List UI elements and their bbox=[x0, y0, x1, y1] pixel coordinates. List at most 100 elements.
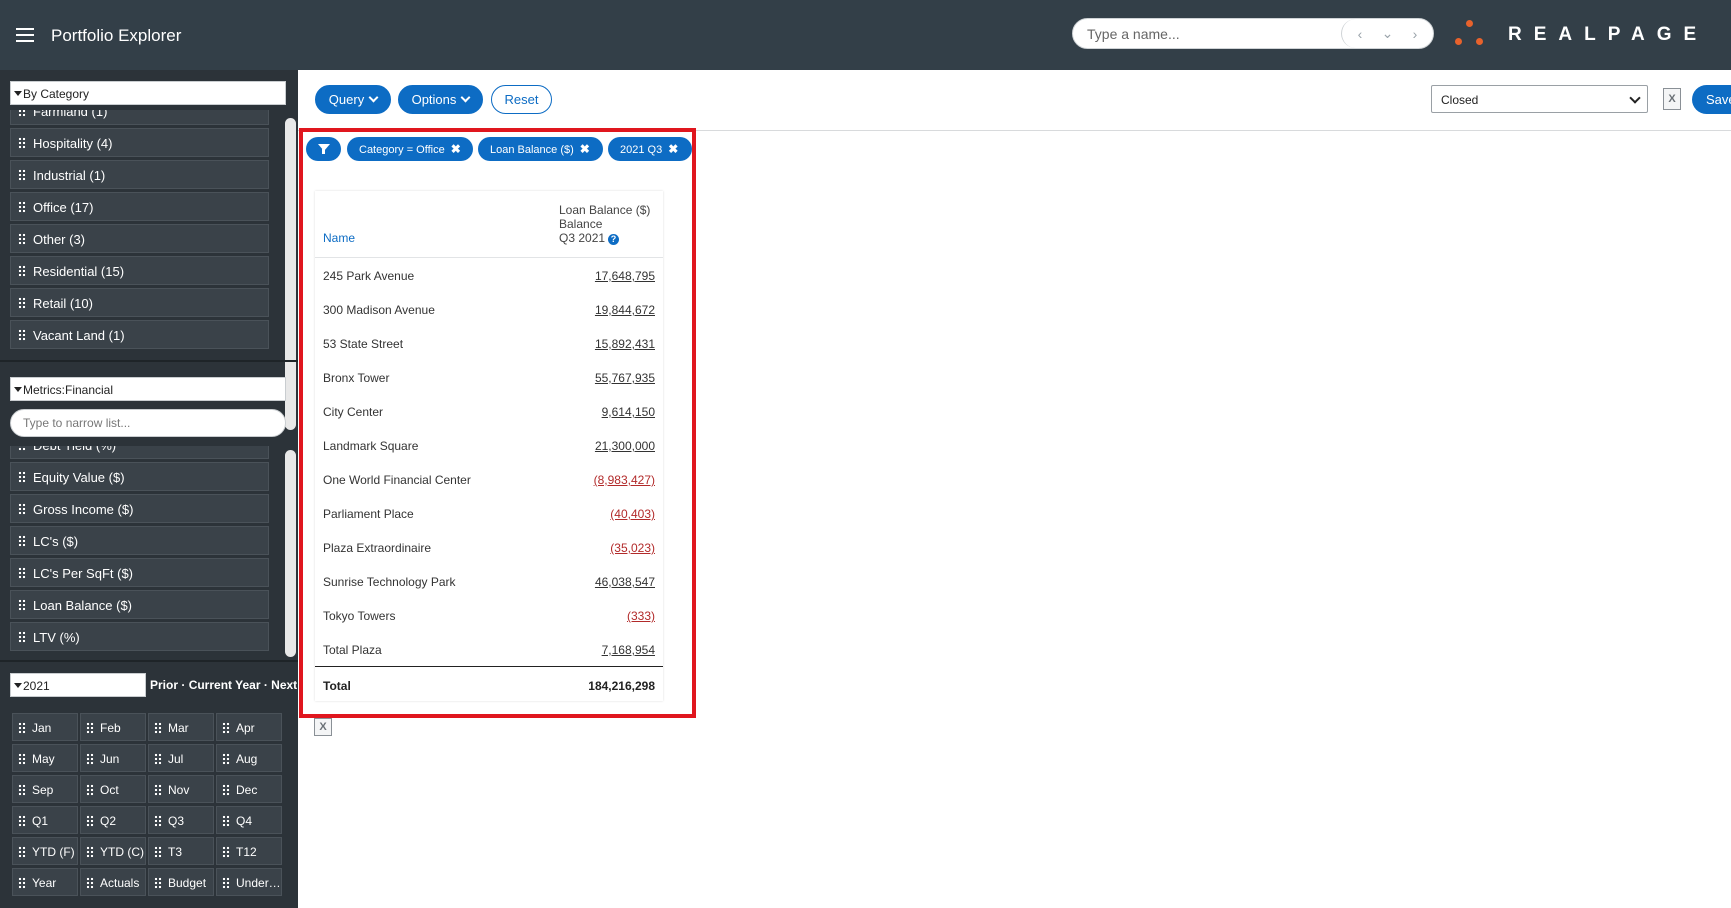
filter-chip-period[interactable]: 2021 Q3 ✖ bbox=[608, 137, 692, 161]
drag-handle-icon[interactable] bbox=[154, 846, 162, 858]
drag-handle-icon[interactable] bbox=[86, 753, 94, 765]
options-button[interactable]: Options bbox=[398, 85, 483, 114]
category-group-select[interactable]: By Category bbox=[10, 81, 286, 105]
period-item[interactable]: T3 bbox=[148, 837, 214, 865]
remove-chip-icon[interactable]: ✖ bbox=[580, 142, 590, 156]
drag-handle-icon[interactable] bbox=[222, 846, 230, 858]
hamburger-menu-icon[interactable] bbox=[16, 28, 34, 42]
metric-item[interactable]: Equity Value ($) bbox=[10, 462, 269, 491]
category-scrollbar[interactable] bbox=[285, 118, 296, 430]
drag-handle-icon[interactable] bbox=[18, 599, 26, 611]
period-item[interactable]: Feb bbox=[80, 713, 146, 741]
loan-balance-value-link[interactable]: (8,983,427) bbox=[594, 473, 655, 487]
drag-handle-icon[interactable] bbox=[18, 535, 26, 547]
period-item[interactable]: Year bbox=[12, 868, 78, 896]
prior-year-link[interactable]: Prior bbox=[150, 678, 178, 692]
period-item[interactable]: May bbox=[12, 744, 78, 772]
drag-handle-icon[interactable] bbox=[222, 815, 230, 827]
metrics-scrollbar[interactable] bbox=[285, 450, 296, 657]
category-item[interactable]: Hospitality (4) bbox=[10, 128, 269, 157]
filter-chip-metric[interactable]: Loan Balance ($) ✖ bbox=[478, 137, 603, 161]
excel-export-icon[interactable]: X bbox=[1663, 88, 1681, 110]
drag-handle-icon[interactable] bbox=[18, 722, 26, 734]
drag-handle-icon[interactable] bbox=[222, 877, 230, 889]
loan-balance-value-link[interactable]: (40,403) bbox=[610, 507, 655, 521]
period-item[interactable]: Nov bbox=[148, 775, 214, 803]
loan-balance-value-link[interactable]: 21,300,000 bbox=[595, 439, 655, 453]
drag-handle-icon[interactable] bbox=[18, 753, 26, 765]
category-item[interactable]: Residential (15) bbox=[10, 256, 269, 285]
period-item[interactable]: Q1 bbox=[12, 806, 78, 834]
help-icon[interactable]: ? bbox=[608, 234, 620, 245]
drag-handle-icon[interactable] bbox=[154, 815, 162, 827]
drag-handle-icon[interactable] bbox=[18, 137, 26, 149]
loan-balance-value-link[interactable]: 46,038,547 bbox=[595, 575, 655, 589]
drag-handle-icon[interactable] bbox=[222, 784, 230, 796]
reset-button[interactable]: Reset bbox=[491, 85, 552, 114]
category-item[interactable]: Other (3) bbox=[10, 224, 269, 253]
period-item[interactable]: Oct bbox=[80, 775, 146, 803]
metric-item[interactable]: LTV (%) bbox=[10, 622, 269, 651]
period-item[interactable]: Jun bbox=[80, 744, 146, 772]
period-item[interactable]: Aug bbox=[216, 744, 282, 772]
period-item[interactable]: T12 bbox=[216, 837, 282, 865]
drag-handle-icon[interactable] bbox=[154, 784, 162, 796]
filter-icon[interactable] bbox=[306, 137, 341, 161]
drag-handle-icon[interactable] bbox=[222, 722, 230, 734]
drag-handle-icon[interactable] bbox=[18, 877, 26, 889]
chevron-left-icon[interactable]: ‹ bbox=[1358, 26, 1363, 42]
drag-handle-icon[interactable] bbox=[18, 297, 26, 309]
period-item[interactable]: Sep bbox=[12, 775, 78, 803]
name-column-header[interactable]: Name bbox=[323, 231, 355, 245]
loan-balance-value-link[interactable]: 7,168,954 bbox=[602, 643, 655, 657]
drag-handle-icon[interactable] bbox=[18, 446, 26, 451]
year-select[interactable]: 2021 bbox=[10, 673, 146, 697]
drag-handle-icon[interactable] bbox=[18, 631, 26, 643]
query-button[interactable]: Query bbox=[315, 85, 391, 114]
current-year-link[interactable]: Current Year bbox=[189, 678, 261, 692]
drag-handle-icon[interactable] bbox=[86, 846, 94, 858]
next-year-link[interactable]: Next bbox=[271, 678, 297, 692]
period-item[interactable]: Under… bbox=[216, 868, 282, 896]
metric-item[interactable]: Gross Income ($) bbox=[10, 494, 269, 523]
drag-handle-icon[interactable] bbox=[18, 567, 26, 579]
narrow-list-input[interactable] bbox=[23, 416, 263, 430]
period-item[interactable]: Budget bbox=[148, 868, 214, 896]
drag-handle-icon[interactable] bbox=[222, 753, 230, 765]
drag-handle-icon[interactable] bbox=[18, 265, 26, 277]
drag-handle-icon[interactable] bbox=[154, 877, 162, 889]
drag-handle-icon[interactable] bbox=[18, 846, 26, 858]
drag-handle-icon[interactable] bbox=[154, 753, 162, 765]
drag-handle-icon[interactable] bbox=[86, 784, 94, 796]
period-item[interactable]: Q3 bbox=[148, 806, 214, 834]
filter-chip-category[interactable]: Category = Office ✖ bbox=[347, 137, 473, 161]
period-item[interactable]: Q4 bbox=[216, 806, 282, 834]
period-item[interactable]: Dec bbox=[216, 775, 282, 803]
category-item[interactable]: Farmland (1) bbox=[10, 110, 269, 125]
category-item[interactable]: Industrial (1) bbox=[10, 160, 269, 189]
drag-handle-icon[interactable] bbox=[18, 110, 26, 117]
metric-item[interactable]: Loan Balance ($) bbox=[10, 590, 269, 619]
drag-handle-icon[interactable] bbox=[86, 815, 94, 827]
remove-chip-icon[interactable]: ✖ bbox=[668, 142, 678, 156]
period-item[interactable]: YTD (C) bbox=[80, 837, 146, 865]
name-search-input[interactable] bbox=[1087, 25, 1307, 43]
drag-handle-icon[interactable] bbox=[86, 722, 94, 734]
metrics-group-select[interactable]: Metrics:Financial bbox=[10, 377, 286, 401]
chevron-down-icon[interactable]: ⌄ bbox=[1382, 25, 1394, 42]
loan-balance-value-link[interactable]: 55,767,935 bbox=[595, 371, 655, 385]
metric-item[interactable]: LC's ($) bbox=[10, 526, 269, 555]
loan-balance-value-link[interactable]: 15,892,431 bbox=[595, 337, 655, 351]
loan-balance-value-link[interactable]: (333) bbox=[627, 609, 655, 623]
period-item[interactable]: Apr bbox=[216, 713, 282, 741]
period-item[interactable]: Mar bbox=[148, 713, 214, 741]
period-item[interactable]: YTD (F) bbox=[12, 837, 78, 865]
drag-handle-icon[interactable] bbox=[18, 815, 26, 827]
category-item[interactable]: Office (17) bbox=[10, 192, 269, 221]
drag-handle-icon[interactable] bbox=[18, 503, 26, 515]
save-button[interactable]: Save bbox=[1692, 85, 1731, 114]
drag-handle-icon[interactable] bbox=[86, 877, 94, 889]
metric-item[interactable]: Debt Yield (%) bbox=[10, 446, 269, 459]
category-item[interactable]: Vacant Land (1) bbox=[10, 320, 269, 349]
report-excel-icon[interactable]: X bbox=[314, 718, 332, 736]
